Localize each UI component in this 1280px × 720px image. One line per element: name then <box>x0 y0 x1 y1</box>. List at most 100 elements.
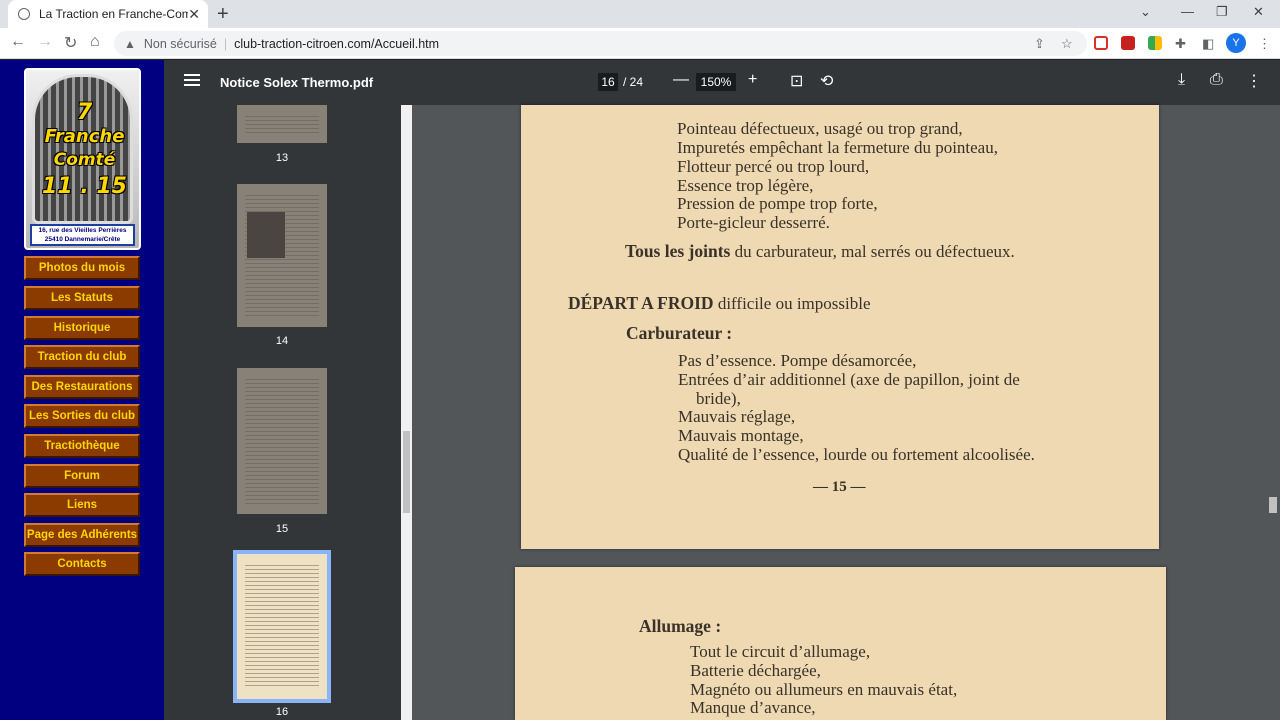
tab-search-icon[interactable]: ⌄ <box>1140 4 1151 20</box>
menu-historique[interactable]: Historique <box>24 316 140 340</box>
menu-les-sorties[interactable]: Les Sorties du club <box>24 404 140 428</box>
thumbnail-sidebar: 13 14 15 16 <box>164 105 412 720</box>
reload-icon[interactable]: ↻ <box>64 33 77 53</box>
close-tab-icon[interactable]: ✕ <box>188 6 200 23</box>
extension-shield-icon[interactable] <box>1094 36 1108 50</box>
page-line: Flotteur percé ou trop lourd, <box>677 157 870 176</box>
document-scrollbar[interactable] <box>1265 105 1280 720</box>
menu-les-statuts[interactable]: Les Statuts <box>24 286 140 310</box>
joints-rest: du carburateur, mal serrés ou défectueux… <box>734 242 1015 261</box>
logo-address-line1: 16, rue des Vieilles Perrières <box>38 227 127 234</box>
page-item: Mauvais montage, <box>678 426 804 445</box>
extension-pdf-icon[interactable] <box>1121 36 1135 50</box>
thumbnail-label: 14 <box>275 335 289 347</box>
thumbnail-scrollbar-thumb[interactable] <box>403 431 410 513</box>
radiator-grille-icon <box>32 74 133 224</box>
allumage-subheading: Allumage : <box>639 616 722 636</box>
site-sidebar: 7 Franche Comté 11 . 15 16, rue des Viei… <box>0 60 164 720</box>
back-icon[interactable]: ← <box>10 33 26 51</box>
page-line: Essence trop légère, <box>677 176 814 195</box>
club-logo[interactable]: 7 Franche Comté 11 . 15 16, rue des Viei… <box>24 68 141 250</box>
thumbnail-page-14[interactable] <box>237 184 327 327</box>
side-panel-icon[interactable]: ◧ <box>1202 36 1214 52</box>
tab-strip: La Traction en Franche-Comté ✕ + ⌄ — ❐ ✕ <box>0 0 1280 28</box>
extensions-puzzle-icon[interactable]: ✚ <box>1175 36 1186 52</box>
document-scrollbar-thumb[interactable] <box>1269 497 1277 513</box>
restore-button[interactable]: ❐ <box>1216 4 1228 20</box>
joints-line: Tous les joints du carburateur, mal serr… <box>625 241 1015 262</box>
thumbnail-13-text <box>245 113 319 133</box>
rotate-icon[interactable]: ⟲ <box>820 71 833 91</box>
tab-title: La Traction en Franche-Comté <box>39 7 189 21</box>
carburateur-subheading: Carburateur : <box>626 323 733 343</box>
page-total: / 24 <box>623 75 644 89</box>
extension-color-icon[interactable] <box>1148 36 1162 50</box>
close-window-button[interactable]: ✕ <box>1253 4 1264 20</box>
address-bar[interactable]: ▲ Non sécurisé | club-traction-citroen.c… <box>114 31 1087 56</box>
joints-bold: Tous les joints <box>625 241 731 261</box>
page-item: Magnéto ou allumeurs en mauvais état, <box>690 680 958 699</box>
thumbnail-page-13[interactable] <box>237 105 327 143</box>
browser-tab[interactable]: La Traction en Franche-Comté ✕ <box>8 0 208 28</box>
thumbnail-label: 16 <box>275 706 289 718</box>
warning-icon[interactable]: ▲ <box>124 37 136 51</box>
menu-tractiotheque[interactable]: Tractiothèque <box>24 434 140 458</box>
logo-franche: Franche <box>44 126 125 147</box>
print-icon[interactable]: ⎙ <box>1210 71 1223 89</box>
forward-icon[interactable]: → <box>37 33 53 51</box>
depart-heading: DÉPART A FROID difficile ou impossible <box>568 293 871 314</box>
page-line: Impuretés empêchant la fermeture du poin… <box>677 138 998 157</box>
thumbnail-label: 15 <box>275 523 289 535</box>
thumbnail-label: 13 <box>275 152 289 164</box>
bookmark-star-icon[interactable]: ☆ <box>1061 36 1073 52</box>
pdf-toolbar: Notice Solex Thermo.pdf 16 / 24 — 150% +… <box>164 60 1280 105</box>
pdf-viewer: Notice Solex Thermo.pdf 16 / 24 — 150% +… <box>164 60 1280 720</box>
logo-dept: 11 . 15 <box>42 174 127 199</box>
menu-photos-du-mois[interactable]: Photos du mois <box>24 256 140 280</box>
profile-avatar[interactable]: Y <box>1226 33 1246 53</box>
depart-heading-rest: difficile ou impossible <box>717 294 871 313</box>
page-item: Batterie déchargée, <box>690 661 821 680</box>
menu-contacts[interactable]: Contacts <box>24 552 140 576</box>
page-item: Manque d’avance, <box>690 698 816 717</box>
fit-page-icon[interactable]: ⊡ <box>790 71 803 91</box>
page-number-footer: — 15 — <box>813 479 866 495</box>
page-line: Porte-gicleur desserré. <box>677 213 830 232</box>
page-line: Pression de pompe trop forte, <box>677 194 878 213</box>
page-item: Tout le circuit d’allumage, <box>690 642 871 661</box>
zoom-out-button[interactable]: — <box>673 71 689 89</box>
thumbnail-page-15[interactable] <box>237 368 327 514</box>
page-line: Pointeau défectueux, usagé ou trop grand… <box>677 119 963 138</box>
thumbnail-diagram-icon <box>247 212 285 258</box>
page-item: Pas d’essence. Pompe désamorcée, <box>678 351 917 370</box>
home-icon[interactable]: ⌂ <box>90 33 100 51</box>
page-item: Qualité de l’essence, lourde ou fortemen… <box>678 445 1035 464</box>
download-icon[interactable]: ⤓ <box>1178 71 1185 89</box>
menu-forum[interactable]: Forum <box>24 464 140 488</box>
minimize-button[interactable]: — <box>1181 4 1194 19</box>
menu-liens[interactable]: Liens <box>24 493 140 517</box>
browser-toolbar: ← → ↻ ⌂ ▲ Non sécurisé | club-traction-c… <box>0 28 1280 59</box>
share-icon[interactable]: ⇪ <box>1034 36 1045 52</box>
menu-traction-du-club[interactable]: Traction du club <box>24 345 140 369</box>
globe-icon <box>18 8 30 20</box>
zoom-in-button[interactable]: + <box>748 71 757 89</box>
browser-menu-icon[interactable]: ⋮ <box>1258 36 1271 52</box>
page-item: Entrées d’air additionnel (axe de papill… <box>678 370 1020 389</box>
thumbnail-page-16[interactable] <box>233 550 331 703</box>
pdf-page-16: Allumage : Tout le circuit d’allumage, B… <box>515 567 1166 720</box>
logo-comte: Comté <box>53 150 116 170</box>
menu-des-restaurations[interactable]: Des Restaurations <box>24 375 140 399</box>
page-number-input[interactable]: 16 <box>598 73 618 91</box>
menu-page-des-adherents[interactable]: Page des Adhérents <box>24 523 140 547</box>
thumbnail-15-text <box>245 376 319 504</box>
more-options-icon[interactable]: ⋮ <box>1246 71 1262 91</box>
page-item: Mauvais réglage, <box>678 407 796 426</box>
zoom-level-input[interactable]: 150% <box>696 73 736 91</box>
thumbnail-scrollbar[interactable] <box>401 105 412 720</box>
depart-heading-bold: DÉPART A FROID <box>568 293 714 313</box>
new-tab-button[interactable]: + <box>217 3 229 26</box>
insecure-label: Non sécurisé <box>143 36 217 51</box>
url-text[interactable]: club-traction-citroen.com/Accueil.htm <box>234 37 439 51</box>
menu-hamburger-icon[interactable] <box>184 74 200 86</box>
